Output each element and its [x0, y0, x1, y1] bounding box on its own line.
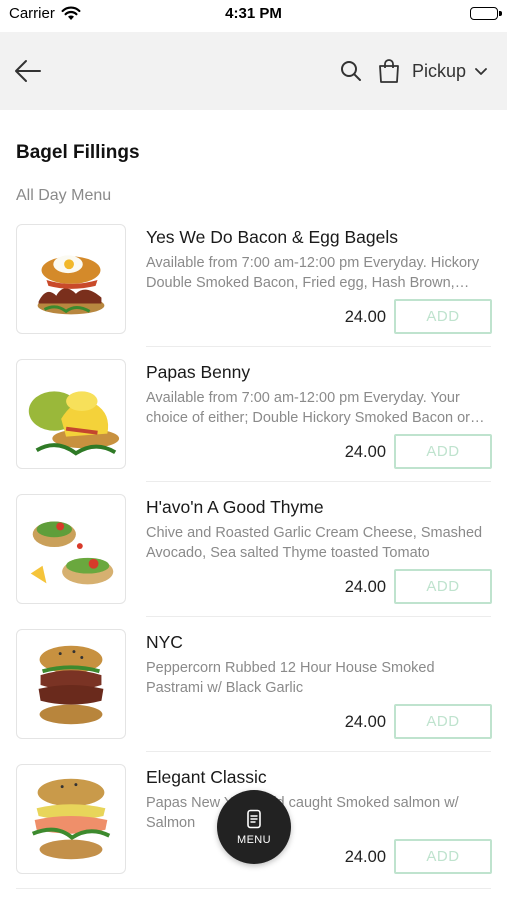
menu-item[interactable]: Papas Benny Available from 7:00 am-12:00… — [0, 359, 507, 494]
top-app-bar: Pickup — [0, 32, 507, 110]
item-name: Yes We Do Bacon & Egg Bagels — [146, 227, 398, 247]
item-divider — [146, 751, 491, 752]
item-price: 24.00 — [344, 578, 386, 596]
cart-button[interactable] — [377, 58, 401, 84]
menu-book-icon — [247, 809, 261, 828]
item-divider — [146, 616, 491, 617]
arrow-left-icon — [15, 60, 41, 82]
item-description: Available from 7:00 am-12:00 pm Everyday… — [146, 390, 470, 426]
item-price: 24.00 — [344, 713, 386, 731]
add-button[interactable]: ADD — [394, 704, 492, 739]
item-image — [16, 494, 126, 604]
menu-item[interactable]: NYC Peppercorn Rubbed 12 Hour House Smok… — [0, 629, 507, 764]
add-button[interactable]: ADD — [394, 839, 492, 874]
clock: 4:31 PM — [225, 5, 282, 22]
chevron-down-icon — [475, 67, 487, 75]
item-description: Available from 7:00 am-12:00 pm Everyday… — [146, 255, 480, 291]
item-divider — [146, 346, 491, 347]
item-image — [16, 359, 126, 469]
back-button[interactable] — [12, 56, 44, 86]
item-description: Papas New York Wild caught Smoked salmon… — [146, 795, 459, 831]
item-name: Papas Benny — [146, 362, 251, 382]
item-image — [16, 629, 126, 739]
item-name: Elegant Classic — [146, 767, 267, 787]
shopping-bag-icon — [379, 59, 399, 83]
battery-icon — [470, 7, 502, 20]
item-price: 24.00 — [344, 308, 386, 326]
search-button[interactable] — [339, 59, 363, 83]
pickup-label: Pickup — [412, 61, 467, 81]
item-description: Chive and Roasted Garlic Cream Cheese, S… — [146, 525, 483, 561]
item-description: Peppercorn Rubbed 12 Hour House Smoked P… — [146, 660, 435, 696]
list-bottom-divider — [16, 888, 491, 889]
item-name: H'avo'n A Good Thyme — [146, 497, 324, 517]
item-image — [16, 764, 126, 874]
category-title: Bagel Fillings — [16, 142, 140, 163]
add-button[interactable]: ADD — [394, 434, 492, 469]
menu-fab-button[interactable]: MENU — [217, 790, 291, 864]
item-name: NYC — [146, 632, 183, 652]
item-price: 24.00 — [344, 848, 386, 866]
status-bar: Carrier 4:31 PM — [0, 0, 507, 30]
item-image — [16, 224, 126, 334]
menu-item[interactable]: Yes We Do Bacon & Egg Bagels Available f… — [0, 224, 507, 359]
menu-fab-label: MENU — [237, 833, 271, 846]
pickup-selector[interactable]: Pickup — [412, 61, 487, 82]
add-button[interactable]: ADD — [394, 299, 492, 334]
item-price: 24.00 — [344, 443, 386, 461]
search-icon — [341, 61, 361, 81]
add-button[interactable]: ADD — [394, 569, 492, 604]
menu-item[interactable]: H'avo'n A Good Thyme Chive and Roasted G… — [0, 494, 507, 629]
menu-subtitle: All Day Menu — [16, 187, 112, 204]
item-divider — [146, 481, 491, 482]
